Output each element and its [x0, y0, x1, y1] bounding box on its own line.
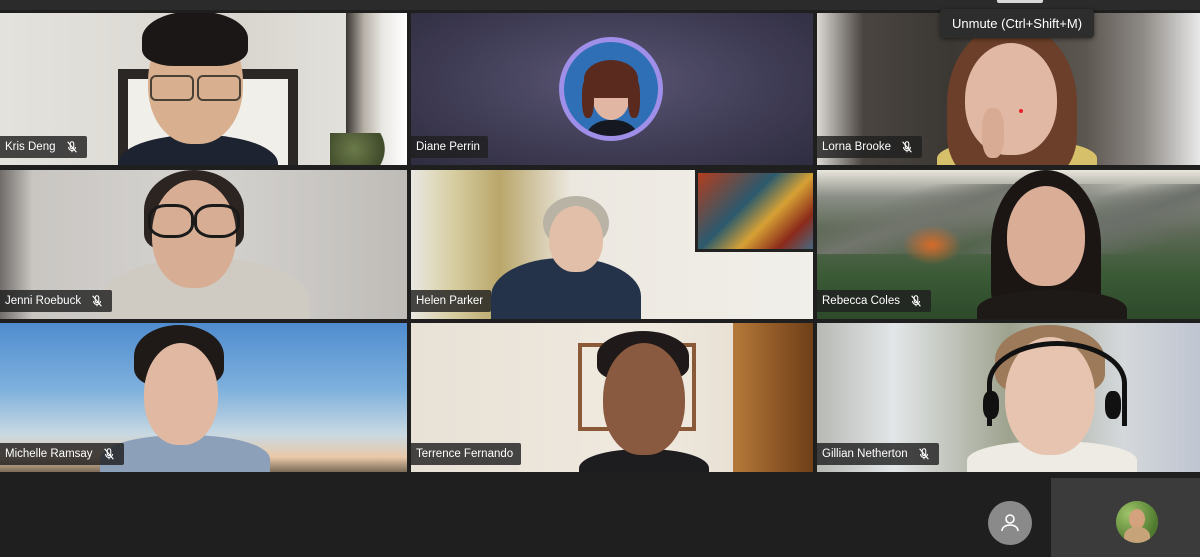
- self-avatar[interactable]: [1116, 501, 1158, 543]
- person-button[interactable]: [988, 501, 1032, 545]
- name-tag: Helen Parker: [411, 290, 492, 312]
- participant-avatar: [564, 42, 658, 136]
- name-tag: Jenni Roebuck: [0, 290, 113, 312]
- participant-name: Lorna Brooke: [822, 141, 892, 153]
- video-tile-rebecca-coles[interactable]: Rebecca Coles: [817, 170, 1200, 319]
- mic-off-icon: [902, 141, 912, 153]
- name-tag: Rebecca Coles: [817, 290, 931, 312]
- participant-name: Kris Deng: [5, 141, 56, 153]
- mic-off-icon: [92, 295, 102, 307]
- video-tile-terrence-fernando[interactable]: Terrence Fernando: [411, 323, 813, 472]
- video-tile-jenni-roebuck[interactable]: Jenni Roebuck: [0, 170, 407, 319]
- person-icon: [1001, 514, 1019, 532]
- video-tile-helen-parker[interactable]: Helen Parker: [411, 170, 813, 319]
- mic-off-icon: [918, 448, 929, 460]
- meeting-window: Kris Deng Diane Perrin Lorna Brooke Jenn…: [0, 0, 1200, 557]
- name-tag: Terrence Fernando: [411, 443, 522, 465]
- video-tile-michelle-ramsay[interactable]: Michelle Ramsay: [0, 323, 407, 472]
- participant-name: Diane Perrin: [416, 141, 480, 153]
- participant-name: Helen Parker: [416, 295, 484, 307]
- top-bar-indicator: [997, 0, 1043, 3]
- unmute-tooltip: Unmute (Ctrl+Shift+M): [940, 9, 1095, 38]
- participant-name: Terrence Fernando: [416, 448, 514, 460]
- video-tile-gillian-netherton[interactable]: Gillian Netherton: [817, 323, 1200, 472]
- name-tag: Gillian Netherton: [817, 443, 939, 465]
- name-tag: Diane Perrin: [411, 136, 488, 158]
- mic-off-icon: [103, 448, 114, 460]
- avatar-ring: [559, 37, 663, 141]
- video-tile-kris-deng[interactable]: Kris Deng: [0, 13, 407, 165]
- participant-name: Gillian Netherton: [822, 448, 908, 460]
- participant-name: Jenni Roebuck: [5, 295, 82, 307]
- participant-name: Michelle Ramsay: [5, 448, 93, 460]
- mic-off-icon: [911, 295, 921, 307]
- name-tag: Lorna Brooke: [817, 136, 923, 158]
- mic-off-icon: [66, 141, 77, 153]
- participant-name: Rebecca Coles: [822, 295, 900, 307]
- name-tag: Michelle Ramsay: [0, 443, 124, 465]
- name-tag: Kris Deng: [0, 136, 87, 158]
